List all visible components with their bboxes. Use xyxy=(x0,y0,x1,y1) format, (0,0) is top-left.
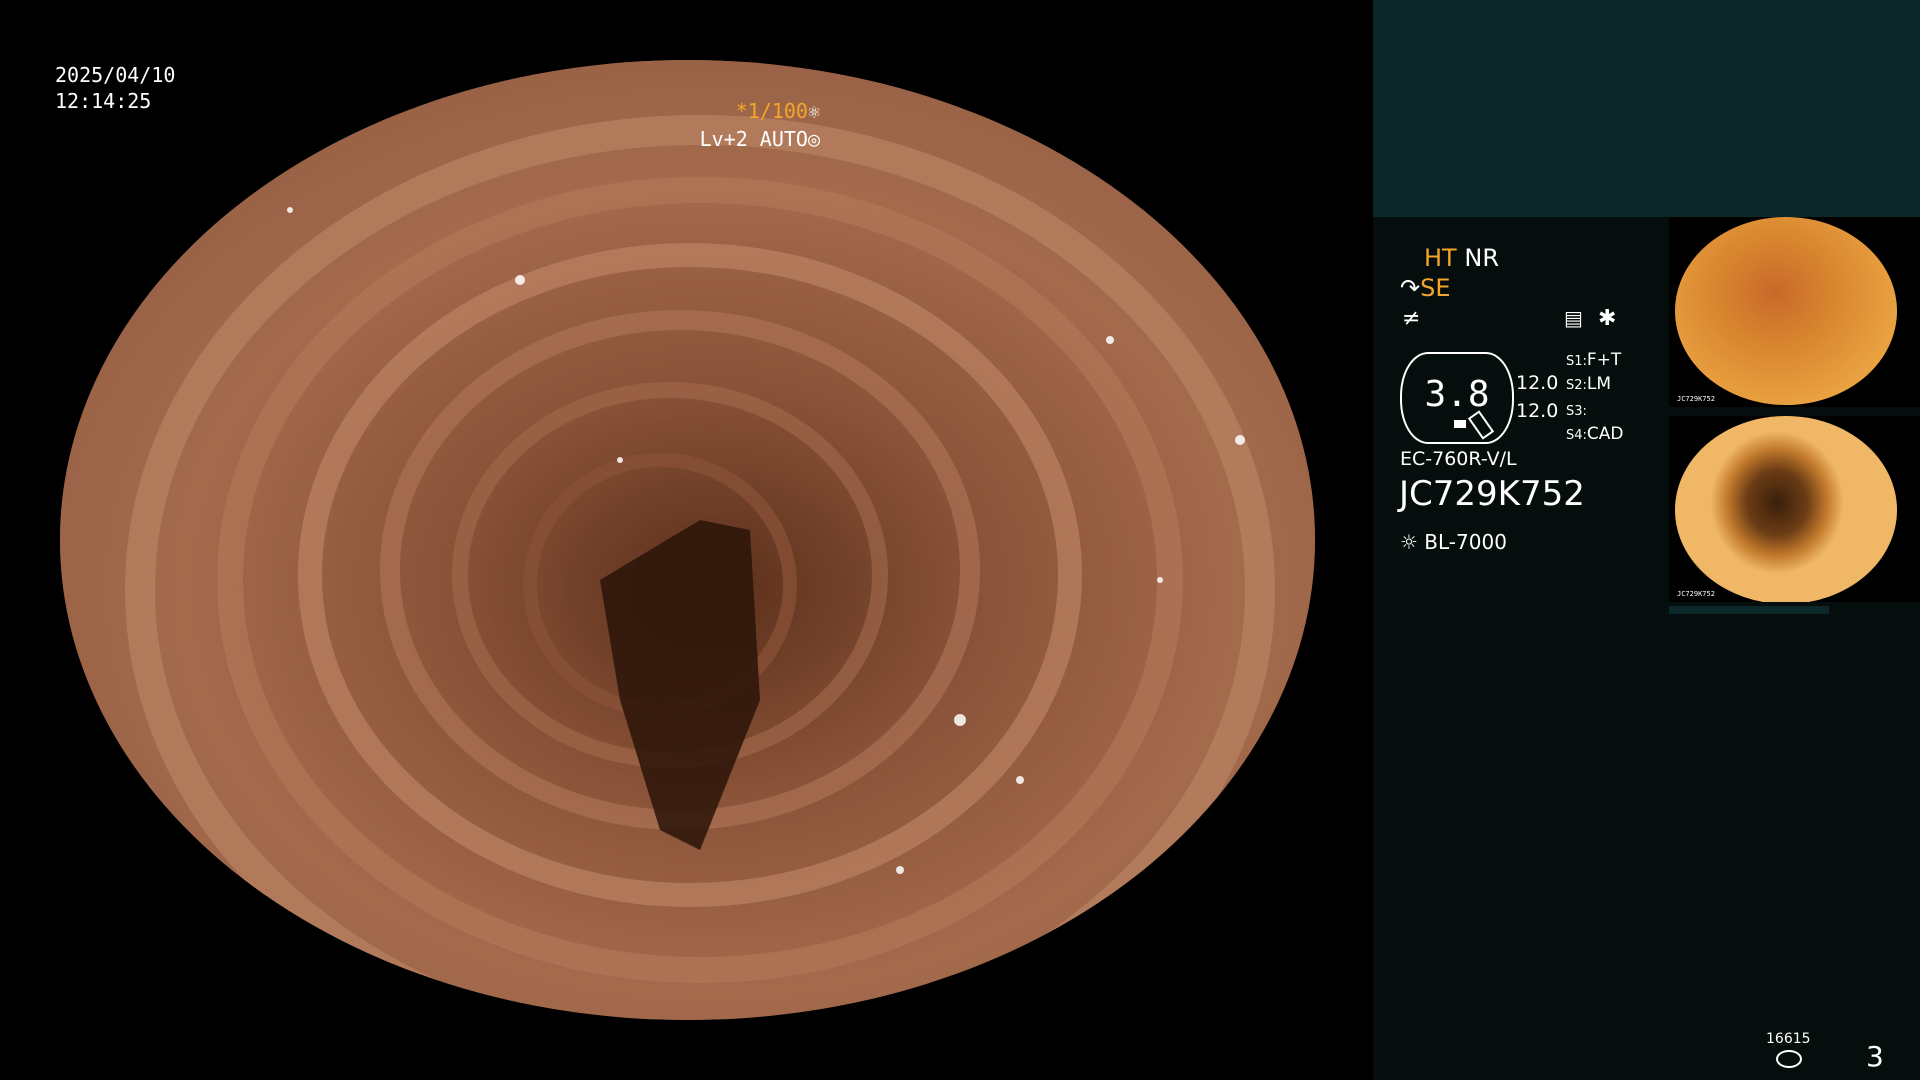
shutter-text: *1/100 xyxy=(735,99,808,123)
s4-label: S4: xyxy=(1566,428,1587,443)
panel-header-area xyxy=(1373,0,1920,217)
switch-s4: S4:CAD xyxy=(1566,424,1624,444)
switch-s2: S2:LM xyxy=(1566,374,1611,394)
settings-icon: ▤ xyxy=(1564,306,1583,330)
processing-flags: HT NR xyxy=(1424,244,1499,272)
scope-model: EC-760R-V/L xyxy=(1400,448,1517,470)
s1-value: F+T xyxy=(1586,350,1622,370)
shutter-readout: *1/100⚛ xyxy=(736,98,820,124)
endoscopic-image xyxy=(60,60,1315,1020)
enhancement-gauge: 3.8 xyxy=(1400,352,1514,444)
star-icon: ✱ xyxy=(1598,306,1617,331)
mucosa-folds xyxy=(60,60,1315,1020)
gauge-marker-icon xyxy=(1454,420,1466,428)
light-source-text: BL-7000 xyxy=(1424,530,1507,554)
s4-value: CAD xyxy=(1586,424,1624,444)
level-readout: Lv+2 AUTO◎ xyxy=(700,126,820,152)
switch-s1: S1:F+T xyxy=(1566,350,1621,370)
capture-thumbnail[interactable]: JC729K752 xyxy=(1669,217,1920,407)
light-source: ☼ BL-7000 xyxy=(1400,530,1507,554)
iris-icon: ◎ xyxy=(807,127,820,151)
scope-serial: JC729K752 xyxy=(1399,474,1585,514)
enhancement-value: 3.8 xyxy=(1424,374,1490,415)
scope-mode-icon: ↷ xyxy=(1400,274,1421,302)
s2-label: S2: xyxy=(1566,378,1587,393)
s1-label: S1: xyxy=(1566,354,1587,369)
freeze-icon: ≠ xyxy=(1402,306,1421,331)
nr-flag: NR xyxy=(1464,244,1499,272)
capture-count: 16615 xyxy=(1766,1031,1811,1047)
enhance-b: 12.0 xyxy=(1516,400,1559,422)
switch-s3: S3: xyxy=(1566,400,1587,420)
s2-value: LM xyxy=(1586,374,1612,394)
thumbnail-image xyxy=(1675,416,1897,602)
thumbnail-indicator xyxy=(1669,606,1829,614)
se-row: ↷SE xyxy=(1400,274,1451,302)
storage-icon xyxy=(1776,1050,1802,1068)
aperture-icon: ⚛ xyxy=(807,99,820,123)
thumbnail-caption: JC729K752 xyxy=(1677,590,1715,598)
date-text: 2025/04/10 xyxy=(55,63,176,87)
time-text: 12:14:25 xyxy=(55,89,152,113)
thumbnail-image xyxy=(1675,217,1897,405)
datetime-readout: 2025/04/10 12:14:25 xyxy=(55,62,175,114)
sun-icon: ☼ xyxy=(1400,530,1418,554)
capture-thumbnail[interactable]: JC729K752 xyxy=(1669,416,1920,602)
se-flag: SE xyxy=(1420,274,1451,302)
endoscope-viewport: 2025/04/10 12:14:25 *1/100⚛ Lv+2 AUTO◎ xyxy=(0,0,1373,1080)
s3-label: S3: xyxy=(1566,404,1587,419)
enhance-a: 12.0 xyxy=(1516,372,1559,394)
ht-flag: HT xyxy=(1424,244,1457,272)
page-number: 3 xyxy=(1866,1040,1884,1073)
thumbnail-caption: JC729K752 xyxy=(1677,395,1715,403)
level-text: Lv+2 AUTO xyxy=(699,127,808,151)
